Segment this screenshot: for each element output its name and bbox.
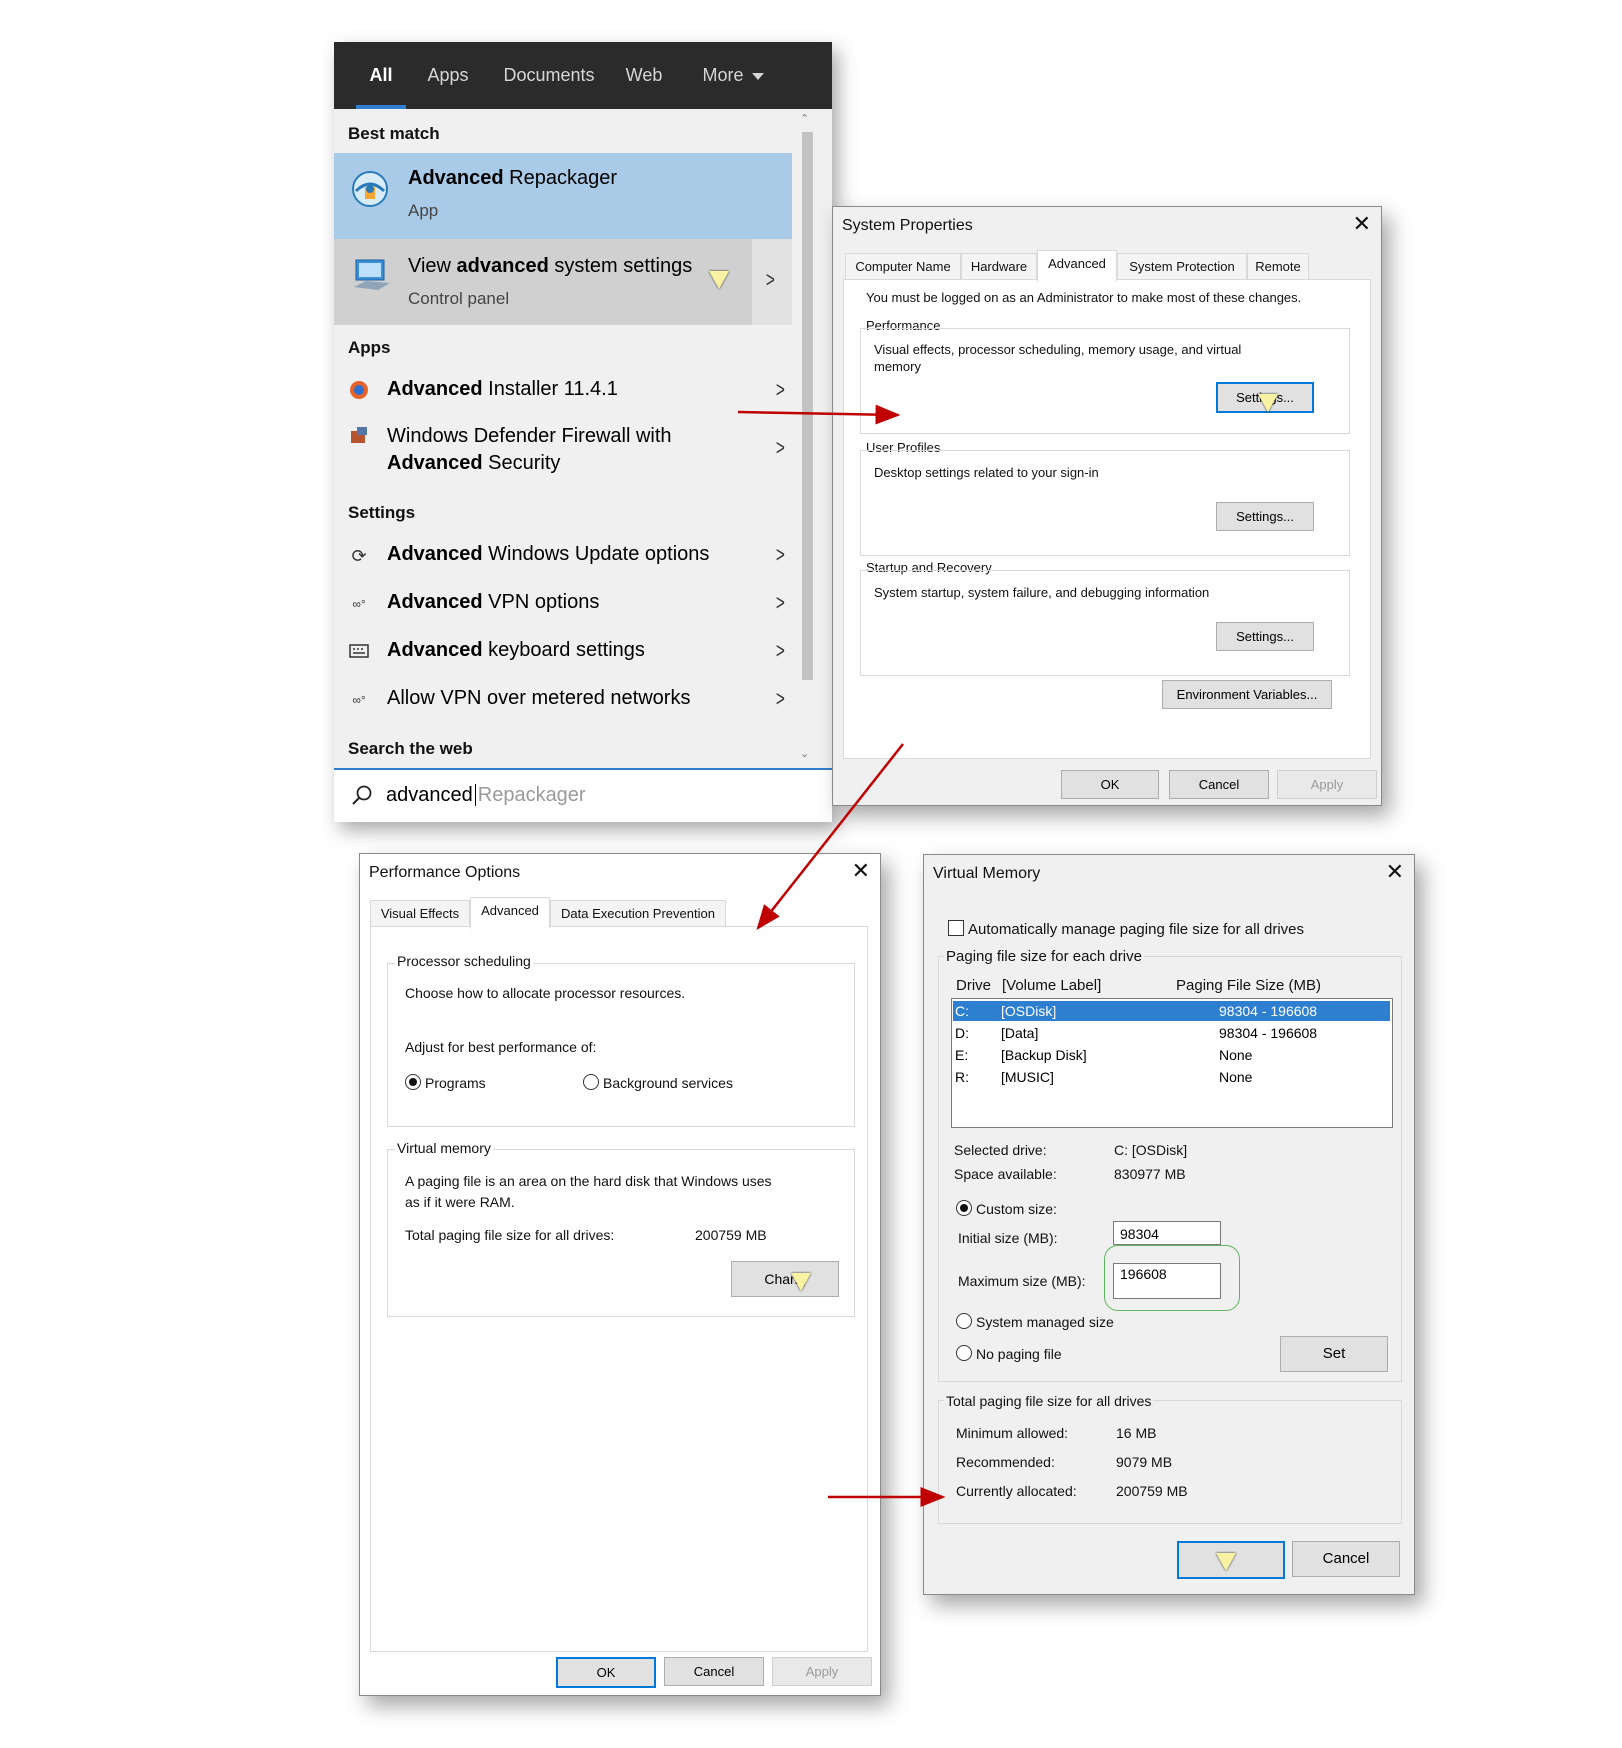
tab-advanced[interactable]: Advanced (470, 897, 550, 929)
arrow-to-performance-settings (737, 404, 901, 425)
annotation-arrows (737, 404, 946, 1507)
arrow-to-performance-options (756, 743, 904, 930)
tab-advanced[interactable]: Advanced (1037, 250, 1117, 282)
